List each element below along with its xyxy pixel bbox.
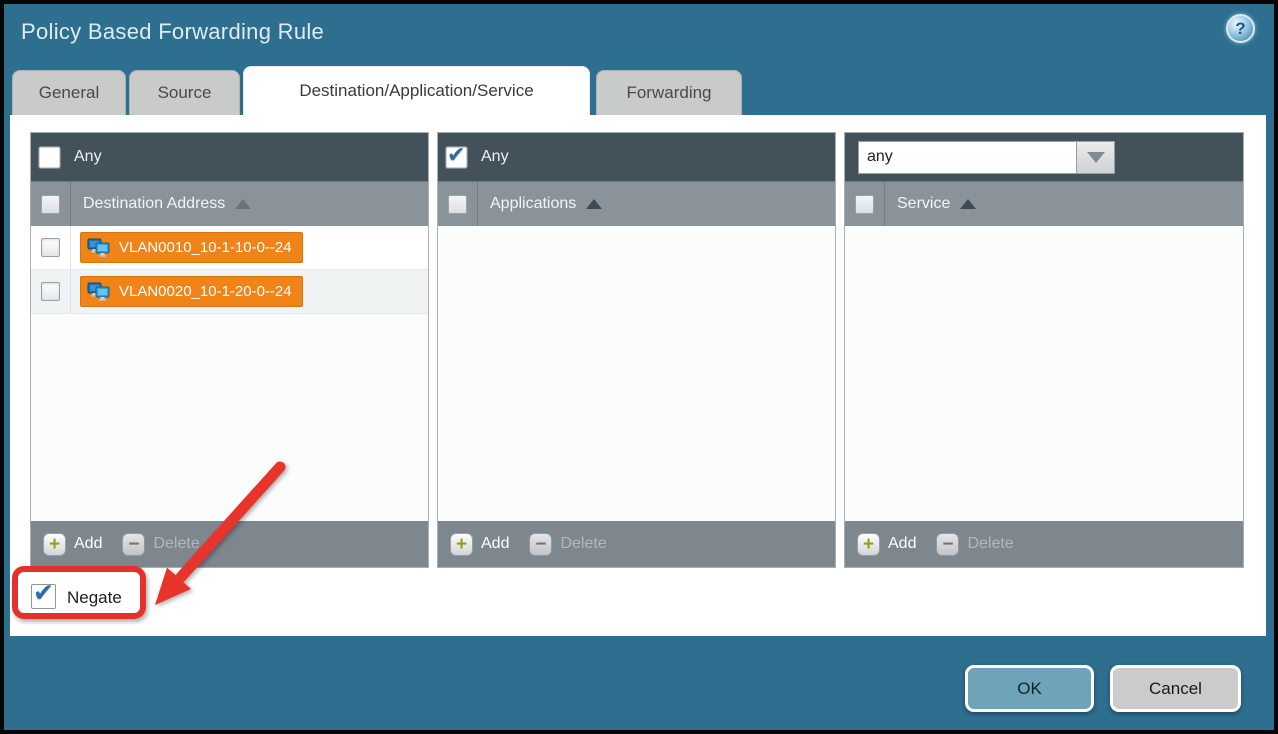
applications-select-all-checkbox[interactable]	[448, 195, 467, 214]
applications-panel: ✔ Any Applications + Add − Delete	[437, 132, 836, 568]
plus-glyph: +	[863, 535, 874, 554]
network-address-icon	[87, 282, 111, 302]
help-button[interactable]: ?	[1226, 14, 1255, 43]
destination-any-checkbox[interactable]: ✔	[39, 147, 60, 168]
ok-button[interactable]: OK	[965, 665, 1094, 712]
negate-checkbox[interactable]: ✔	[31, 584, 56, 609]
sort-asc-icon	[235, 199, 251, 209]
service-select-all-checkbox[interactable]	[855, 195, 874, 214]
chevron-down-icon	[1087, 152, 1105, 163]
address-object[interactable]: VLAN0010_10-1-10-0--24	[80, 232, 303, 263]
negate-label[interactable]: Negate	[67, 588, 122, 608]
plus-glyph: +	[456, 535, 467, 554]
dialog-title: Policy Based Forwarding Rule	[21, 19, 324, 45]
service-any-bar: any	[845, 133, 1243, 181]
tab-source[interactable]: Source	[129, 70, 240, 115]
destination-delete-button[interactable]: − Delete	[122, 533, 199, 556]
sort-asc-icon	[586, 199, 602, 209]
add-icon: +	[450, 533, 473, 556]
delete-icon: −	[936, 533, 959, 556]
destination-select-all-checkbox[interactable]	[41, 195, 60, 214]
plus-glyph: +	[49, 535, 60, 554]
sort-asc-icon	[960, 199, 976, 209]
table-row: VLAN0020_10-1-20-0--24	[31, 270, 428, 314]
applications-column-header-row: Applications	[438, 181, 835, 226]
destination-add-button[interactable]: + Add	[43, 533, 102, 556]
service-delete-button[interactable]: − Delete	[936, 533, 1013, 556]
service-combo: any	[858, 141, 1115, 174]
row-checkbox[interactable]	[41, 238, 60, 257]
applications-footer: + Add − Delete	[438, 521, 835, 567]
service-dropdown-button[interactable]	[1077, 141, 1115, 174]
delete-label: Delete	[560, 535, 606, 553]
destination-list: VLAN0010_10-1-10-0--24	[31, 226, 428, 521]
table-row: VLAN0010_10-1-10-0--24	[31, 226, 428, 270]
add-icon: +	[43, 533, 66, 556]
service-dropdown-input[interactable]: any	[858, 141, 1077, 174]
service-list	[845, 226, 1243, 521]
applications-list	[438, 226, 835, 521]
applications-column-header[interactable]: Applications	[490, 195, 576, 213]
add-label: Add	[74, 535, 102, 553]
add-label: Add	[481, 535, 509, 553]
row-checkbox[interactable]	[41, 282, 60, 301]
destination-any-bar: ✔ Any	[31, 133, 428, 181]
service-footer: + Add − Delete	[845, 521, 1243, 567]
service-column-header-row: Service	[845, 181, 1243, 226]
destination-footer: + Add − Delete	[31, 521, 428, 567]
cancel-button[interactable]: Cancel	[1110, 665, 1241, 712]
minus-glyph: −	[535, 535, 546, 554]
delete-label: Delete	[967, 535, 1013, 553]
address-object[interactable]: VLAN0020_10-1-20-0--24	[80, 276, 303, 307]
address-object-label: VLAN0010_10-1-10-0--24	[119, 239, 292, 256]
service-panel: any Service + Add − Delete	[844, 132, 1244, 568]
service-column-header[interactable]: Service	[897, 195, 950, 213]
minus-glyph: −	[128, 535, 139, 554]
destination-column-header-row: Destination Address	[31, 181, 428, 226]
check-icon: ✔	[33, 578, 54, 608]
minus-glyph: −	[942, 535, 953, 554]
pbf-rule-dialog: Policy Based Forwarding Rule ? General S…	[0, 0, 1278, 734]
tab-forwarding[interactable]: Forwarding	[596, 70, 742, 115]
destination-column-header[interactable]: Destination Address	[83, 195, 225, 213]
network-address-icon	[87, 238, 111, 258]
tab-general[interactable]: General	[12, 70, 126, 115]
check-icon: ✔	[447, 142, 465, 168]
applications-any-checkbox[interactable]: ✔	[446, 147, 467, 168]
applications-any-bar: ✔ Any	[438, 133, 835, 181]
delete-icon: −	[529, 533, 552, 556]
delete-icon: −	[122, 533, 145, 556]
add-icon: +	[857, 533, 880, 556]
destination-panel: ✔ Any Destination Address	[30, 132, 429, 568]
applications-add-button[interactable]: + Add	[450, 533, 509, 556]
delete-label: Delete	[153, 535, 199, 553]
applications-any-label: Any	[481, 148, 509, 166]
tab-destination-application-service[interactable]: Destination/Application/Service	[243, 66, 590, 115]
destination-any-label: Any	[74, 148, 102, 166]
tab-content: ✔ Any Destination Address	[10, 115, 1266, 636]
address-object-label: VLAN0020_10-1-20-0--24	[119, 283, 292, 300]
help-icon: ?	[1235, 20, 1245, 37]
service-add-button[interactable]: + Add	[857, 533, 916, 556]
applications-delete-button[interactable]: − Delete	[529, 533, 606, 556]
add-label: Add	[888, 535, 916, 553]
